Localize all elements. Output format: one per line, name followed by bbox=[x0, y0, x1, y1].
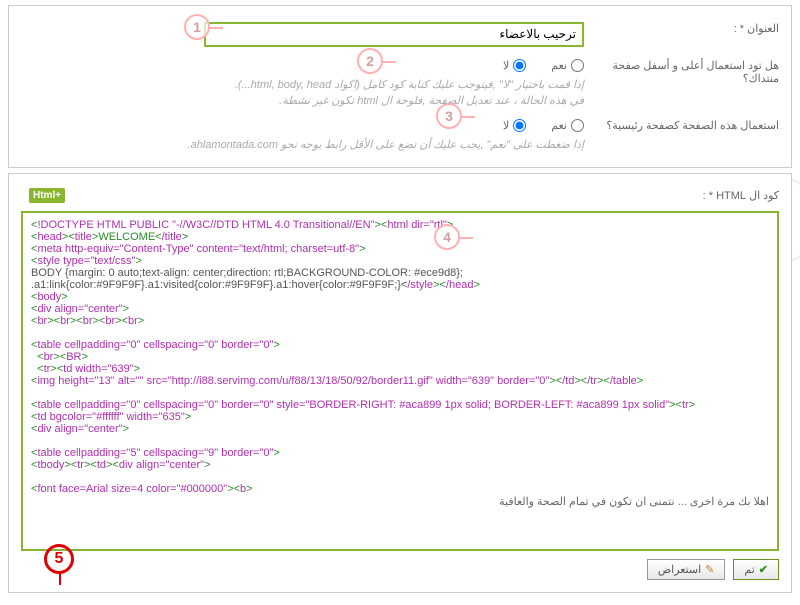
q2-no-option[interactable]: لا bbox=[503, 119, 526, 132]
step-1-marker: 1 bbox=[184, 14, 210, 40]
q2-yes-option[interactable]: نعم bbox=[551, 119, 584, 132]
settings-panel: 1 2 3 العنوان * : هل تود استعمال أعلى و … bbox=[8, 5, 792, 168]
q1-yes-radio[interactable] bbox=[571, 59, 584, 72]
title-input[interactable] bbox=[204, 22, 584, 47]
q2-radio-group: نعم لا bbox=[503, 119, 584, 132]
code-header: كود ال HTML * : +Html bbox=[21, 184, 779, 211]
q2-yes-radio[interactable] bbox=[571, 119, 584, 132]
q2-label: استعمال هذه الصفحة كصفحة رئيسية؟ bbox=[584, 119, 779, 132]
homepage-row: استعمال هذه الصفحة كصفحة رئيسية؟ نعم لا … bbox=[21, 113, 779, 157]
q1-hint-2: في هذه الحالة ، عند تعديل الصفحة ,فلوحة … bbox=[21, 94, 584, 107]
check-icon: ✔ bbox=[759, 563, 768, 576]
step-2-marker: 2 bbox=[357, 48, 383, 74]
save-button[interactable]: ✔تم bbox=[733, 559, 779, 580]
pencil-icon: ✎ bbox=[705, 563, 714, 576]
html-code-textarea[interactable]: <!DOCTYPE HTML PUBLIC "-//W3C//DTD HTML … bbox=[21, 211, 779, 551]
title-label: العنوان * : bbox=[584, 22, 779, 35]
q1-yes-option[interactable]: نعم bbox=[551, 59, 584, 72]
header-footer-row: هل تود استعمال أعلى و أسفل صفحة منتداك؟ … bbox=[21, 53, 779, 113]
preview-button[interactable]: ✎استعراض bbox=[647, 559, 726, 580]
q1-radio-group: نعم لا bbox=[503, 59, 584, 72]
step-5-marker: 5 bbox=[44, 544, 74, 574]
q1-no-option[interactable]: لا bbox=[503, 59, 526, 72]
plus-icon: + bbox=[55, 190, 61, 201]
q1-label: هل تود استعمال أعلى و أسفل صفحة منتداك؟ bbox=[584, 59, 779, 85]
q1-hint-1: إذا قمت باختيار "لا" ,فيتوجب عليك كتابة … bbox=[21, 78, 584, 91]
step-4-marker: 4 bbox=[434, 224, 460, 250]
code-panel: 4 5 كود ال HTML * : +Html <!DOCTYPE HTML… bbox=[8, 173, 792, 593]
code-label: كود ال HTML * : bbox=[659, 189, 779, 202]
q1-no-radio[interactable] bbox=[513, 59, 526, 72]
html-badge: +Html bbox=[29, 188, 65, 203]
q2-hint: إذا ضغطت على "نعم" ,يجب عليك أن تضع على … bbox=[21, 138, 584, 151]
title-row: العنوان * : bbox=[21, 16, 779, 53]
step-3-marker: 3 bbox=[436, 103, 462, 129]
button-row: ✔تم ✎استعراض bbox=[21, 551, 779, 580]
q2-no-radio[interactable] bbox=[513, 119, 526, 132]
